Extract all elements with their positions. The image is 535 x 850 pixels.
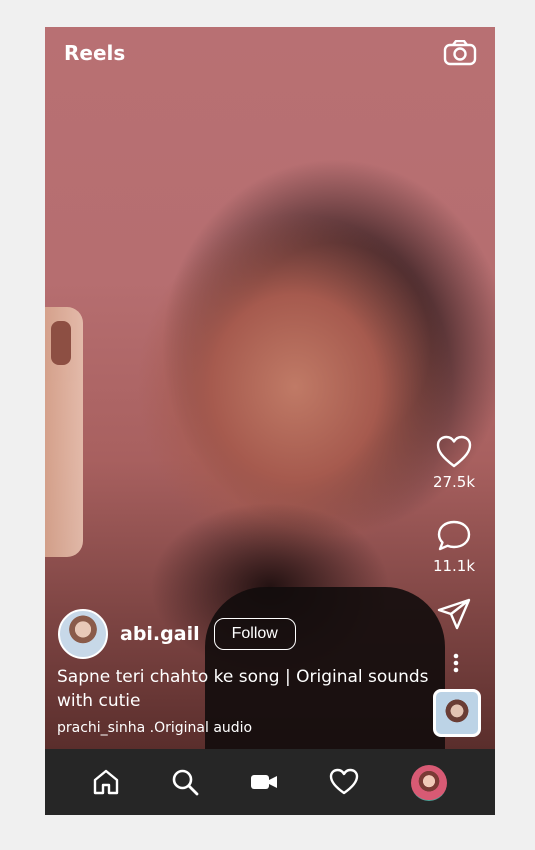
comment-count: 11.1k <box>432 557 476 575</box>
post-author: abi.gail Follow <box>58 609 296 659</box>
bottom-nav <box>45 749 495 815</box>
like-count: 27.5k <box>432 473 476 491</box>
reels-video-icon[interactable] <box>249 767 279 797</box>
search-icon[interactable] <box>170 767 200 797</box>
heart-icon[interactable] <box>329 767 359 797</box>
share-action[interactable] <box>427 597 481 631</box>
follow-button[interactable]: Follow <box>213 618 296 650</box>
home-icon[interactable] <box>91 767 121 797</box>
comment-icon[interactable] <box>436 519 472 553</box>
avatar[interactable] <box>58 609 108 659</box>
like-action[interactable]: 27.5k <box>427 435 481 491</box>
caption: Sapne teri chahto ke song | Original sou… <box>57 667 429 711</box>
page-title: Reels <box>64 41 126 65</box>
camera-icon[interactable] <box>443 40 477 66</box>
audio-thumbnail[interactable] <box>433 689 481 737</box>
profile-avatar[interactable] <box>411 765 447 801</box>
heart-icon[interactable] <box>436 435 472 469</box>
send-icon[interactable] <box>436 597 472 631</box>
phone-in-mirror <box>45 307 83 557</box>
audio-label[interactable]: prachi_sinha .Original audio <box>57 720 252 736</box>
comment-action[interactable]: 11.1k <box>427 519 481 575</box>
more-vertical-icon[interactable] <box>453 653 459 673</box>
reels-screen: Reels 27.5k 11.1k abi.gail Follow Sapne … <box>45 27 495 815</box>
username[interactable]: abi.gail <box>120 623 200 645</box>
